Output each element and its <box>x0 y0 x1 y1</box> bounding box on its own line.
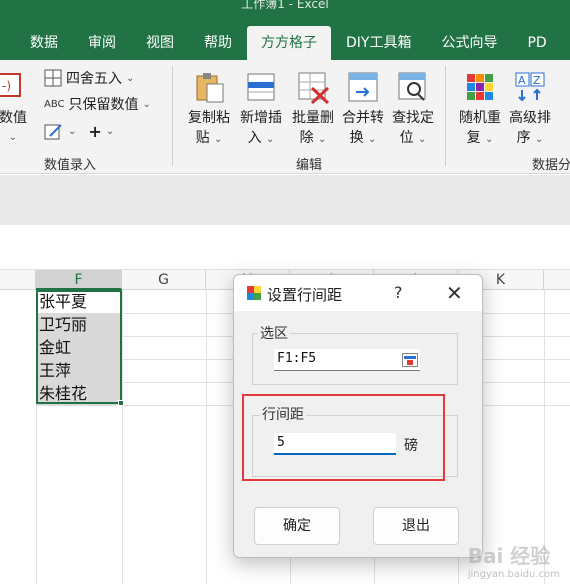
keep-values-label: 只保留数值 <box>68 97 139 113</box>
find-locate-label-1: 查找定 <box>392 110 434 126</box>
corner-cell[interactable] <box>0 270 36 290</box>
copy-paste-button[interactable]: 复制粘 贴 ⌄ <box>184 70 234 150</box>
group-label-data-analysis: 数据分 <box>532 158 570 173</box>
insert-button[interactable]: 新增插 入 ⌄ <box>236 70 286 150</box>
edit-tools-row[interactable]: ⌄ + ⌄ <box>44 122 114 141</box>
gridline <box>206 290 207 584</box>
merge-convert-button[interactable]: 合并转 换 ⌄ <box>338 70 388 150</box>
svg-text:-): -) <box>2 79 11 93</box>
chevron-down-icon: ⌄ <box>485 134 494 145</box>
advanced-sort-label-1: 高级排 <box>509 110 551 126</box>
chevron-down-icon: ⌄ <box>105 126 115 137</box>
highlight-annotation <box>242 394 445 481</box>
ribbon-tabs: 数据 审阅 视图 帮助 方方格子 DIY工具箱 公式向导 PD <box>0 26 570 60</box>
random-repeat-button[interactable]: 随机重 复 ⌄ <box>455 70 505 150</box>
find-icon <box>396 70 430 104</box>
ribbon-panel: -) 数值 ⌄ 四舍五入 ⌄ ABC 只保留数值 ⌄ ⌄ + ⌄ 数值录入 复制… <box>0 60 570 174</box>
group-divider <box>445 66 446 166</box>
value-button-partial[interactable]: -) 数值 ⌄ <box>0 70 36 148</box>
chevron-down-icon: ⌄ <box>68 126 77 137</box>
tab-fangfang[interactable]: 方方格子 <box>247 26 331 60</box>
dialog-title-bar[interactable]: 设置行间距 ? ✕ <box>234 275 482 311</box>
column-header-f[interactable]: F <box>36 270 122 290</box>
delete-grid-icon <box>296 70 330 105</box>
ok-button[interactable]: 确定 <box>254 507 340 545</box>
insert-label-1: 新增插 <box>240 110 282 126</box>
window-title: 工作簿1 - Excel <box>241 0 329 11</box>
window-title-bar: 工作簿1 - Excel <box>0 0 570 26</box>
batch-delete-label-1: 批量删 <box>292 110 334 126</box>
batch-delete-button[interactable]: 批量删 除 ⌄ <box>288 70 338 150</box>
batch-delete-label-2: 除 <box>299 130 314 146</box>
merge-convert-label-1: 合并转 <box>342 110 384 126</box>
value-icon: -) <box>0 70 30 104</box>
column-header-g[interactable]: G <box>122 270 206 290</box>
selection-range-border <box>36 290 122 404</box>
plus-icon[interactable]: + <box>88 122 101 141</box>
random-repeat-label-1: 随机重 <box>459 110 501 126</box>
round-button[interactable]: 四舍五入 ⌄ <box>44 68 134 88</box>
tab-help[interactable]: 帮助 <box>189 26 247 60</box>
group-label-edit: 编辑 <box>296 158 323 173</box>
formula-bar-area <box>0 175 570 225</box>
round-icon <box>44 69 62 87</box>
range-input[interactable]: F1:F5 <box>274 349 420 371</box>
tab-data[interactable]: 数据 <box>0 26 73 60</box>
abc-icon: ABC <box>44 98 65 110</box>
random-repeat-label-2: 复 <box>466 130 481 146</box>
insert-row-icon <box>244 70 278 104</box>
gridline <box>122 290 123 584</box>
svg-text:A: A <box>518 74 526 87</box>
range-select-icon[interactable] <box>402 353 418 367</box>
toolbar-blank-area <box>0 225 570 270</box>
watermark-brand: Bai 经验 <box>467 544 551 568</box>
svg-text:Z: Z <box>533 74 541 87</box>
tab-diy-toolbox[interactable]: DIY工具箱 <box>331 26 426 60</box>
chevron-down-icon: ⌄ <box>142 98 151 110</box>
tab-view[interactable]: 视图 <box>131 26 189 60</box>
merge-icon <box>346 70 380 104</box>
merge-convert-label-2: 换 <box>349 130 364 146</box>
tab-pd[interactable]: PD <box>512 26 561 60</box>
insert-label-2: 入 <box>247 130 262 146</box>
copy-paste-label-1: 复制粘 <box>188 110 230 126</box>
clipboard-icon <box>192 70 226 104</box>
chevron-down-icon: ⌄ <box>368 134 377 145</box>
chevron-down-icon: ⌄ <box>126 72 135 84</box>
fill-handle[interactable] <box>118 400 124 406</box>
tab-review[interactable]: 审阅 <box>73 26 131 60</box>
app-icon <box>247 286 261 300</box>
find-locate-label-2: 位 <box>399 130 414 146</box>
value-button-label: 数值 <box>0 110 27 126</box>
group-label-data-entry: 数值录入 <box>44 158 97 173</box>
round-label: 四舍五入 <box>66 71 122 87</box>
chevron-down-icon: ⌄ <box>214 134 223 145</box>
sort-az-icon: AZ <box>513 70 547 104</box>
chevron-down-icon: ⌄ <box>535 134 544 145</box>
exit-button[interactable]: 退出 <box>373 507 459 545</box>
pencil-icon <box>44 123 62 139</box>
chevron-down-icon: ⌄ <box>418 134 427 145</box>
copy-paste-label-2: 贴 <box>195 130 210 146</box>
keep-values-button[interactable]: ABC 只保留数值 ⌄ <box>44 94 151 114</box>
tab-formula-wizard[interactable]: 公式向导 <box>426 26 512 60</box>
close-button[interactable]: ✕ <box>446 281 463 305</box>
advanced-sort-label-2: 序 <box>516 130 531 146</box>
chevron-down-icon: ⌄ <box>318 134 327 145</box>
help-button[interactable]: ? <box>394 283 403 302</box>
chevron-down-icon: ⌄ <box>8 132 18 143</box>
find-locate-button[interactable]: 查找定 位 ⌄ <box>388 70 438 150</box>
watermark-url: jingyan.baidu.com <box>467 569 560 580</box>
group-divider <box>172 66 173 166</box>
chevron-down-icon: ⌄ <box>266 134 275 145</box>
advanced-sort-button[interactable]: AZ 高级排 序 ⌄ <box>505 70 555 150</box>
watermark: Bai 经验 jingyan.baidu.com <box>468 540 560 580</box>
random-grid-icon <box>463 70 497 104</box>
range-group-label: 选区 <box>258 323 290 343</box>
column-header-l[interactable] <box>544 270 570 290</box>
dialog-title: 设置行间距 <box>267 286 343 304</box>
